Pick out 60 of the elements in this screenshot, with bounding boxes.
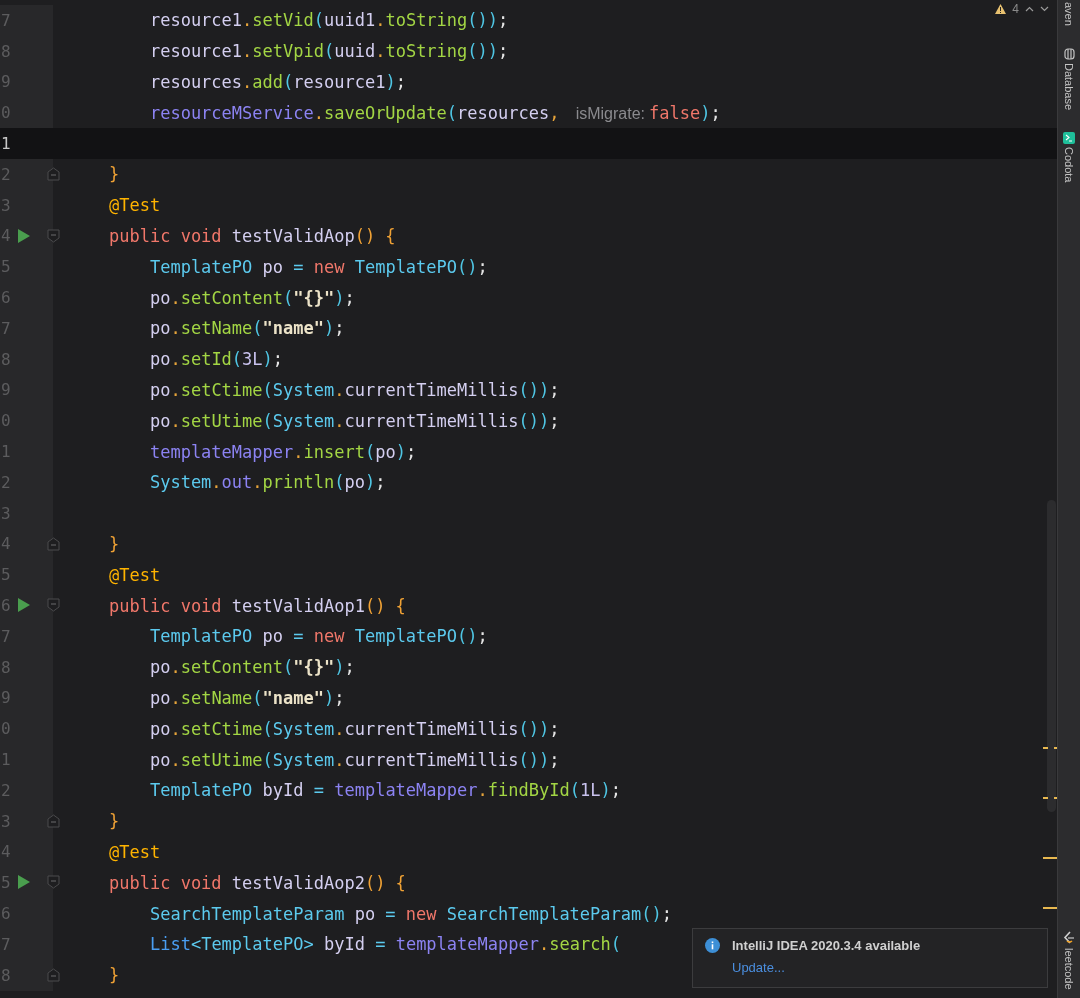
database-icon [1063,47,1075,60]
fold-icon[interactable] [47,167,60,181]
code-line: SearchTemplateParam po = new SearchTemplateParam(); [148,903,672,924]
code-line: } [109,533,120,554]
code-line: public void testValidAop1() { [109,595,406,616]
code-line: po.setUtime(System.currentTimeMillis()); [148,410,560,431]
code-line: po.setCtime(System.currentTimeMillis()); [148,379,560,400]
scrollbar-thumb[interactable] [1047,500,1056,812]
fold-icon[interactable] [47,875,60,890]
code-line: List<TemplatePO> byId = templateMapper.search( [148,934,621,955]
code-line: templateMapper.insert(po); [148,441,417,462]
fold-icon[interactable] [47,813,60,828]
tool-window-tab[interactable]: leetcode [1063,948,1075,990]
chevron-up-icon[interactable] [1025,6,1034,12]
code-line: po.setId(3L); [148,349,284,370]
code-line: resource1.setVid(uuid1.toString()); [148,10,509,31]
code-line: @Test [109,195,161,216]
tool-window-tab[interactable]: Codota [1063,146,1075,183]
fold-icon[interactable] [47,536,60,551]
warning-icon[interactable] [995,4,1007,14]
code-line: resourceMService.saveOrUpdate(resources, isMigrate: false); [148,102,721,123]
tool-window-tab[interactable]: Database [1063,62,1075,110]
fold-icon[interactable] [47,598,60,613]
run-icon[interactable] [18,875,30,890]
update-link[interactable]: Update... [732,960,785,978]
code-line: public void testValidAop() { [109,225,396,246]
fold-icon[interactable] [47,228,60,243]
chevron-down-icon[interactable] [1040,6,1049,12]
line-number: 1 [1,134,11,154]
warning-marker[interactable] [1043,797,1057,799]
info-icon [705,938,720,953]
fold-icon[interactable] [47,967,60,982]
code-line: po.setName("name"); [148,318,345,339]
code-line: TemplatePO po = new TemplatePO(); [148,256,488,277]
leetcode-icon [1063,931,1075,946]
code-line: po.setContent("{}"); [148,287,355,308]
code-line: po.setContent("{}"); [148,657,355,678]
code-line: @Test [109,564,161,585]
code-line: po.setName("name"); [148,687,345,708]
tool-window-tab[interactable]: aven [1063,2,1075,26]
code-line: @Test [109,841,161,862]
code-line: } [109,811,120,832]
code-line: resource1.setVpid(uuid.toString()); [148,41,509,62]
code-line: po.setCtime(System.currentTimeMillis()); [148,718,560,739]
warning-marker[interactable] [1043,857,1057,859]
code-line: TemplatePO byId = templateMapper.findById(1L); [148,780,621,801]
notification-title: IntelliJ IDEA 2020.3.4 available [732,938,922,955]
warning-marker[interactable] [1043,907,1057,909]
code-line: } [109,965,120,986]
warning-marker[interactable] [1043,747,1057,749]
run-icon[interactable] [18,228,30,243]
code-line: } [109,164,120,185]
terminal-icon [1063,131,1075,144]
code-line: public void testValidAop2() { [109,872,406,893]
warning-count: 4 [1012,2,1019,16]
code-line: po.setUtime(System.currentTimeMillis()); [148,749,560,770]
run-icon[interactable] [18,598,30,613]
code-line: resources.add(resource1); [148,72,406,92]
code-line: System.out.println(po); [148,472,386,493]
code-line: TemplatePO po = new TemplatePO(); [148,626,488,647]
